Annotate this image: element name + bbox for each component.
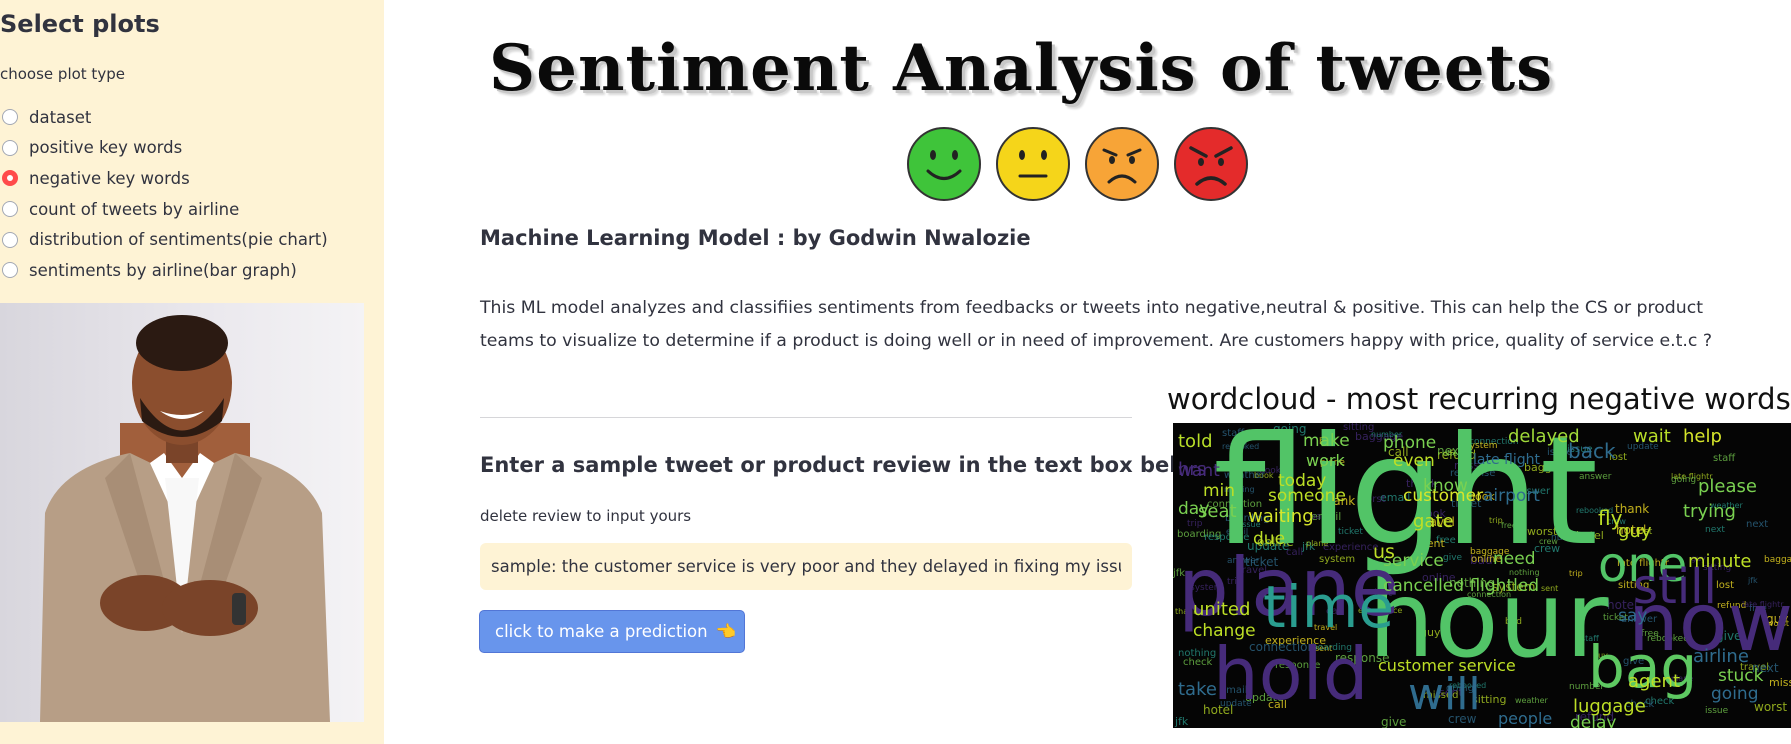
- radio-option-distribution-pie[interactable]: distribution of sentiments(pie chart): [0, 224, 328, 255]
- wordcloud-filler-word: give: [1381, 715, 1407, 728]
- radio-option-label: negative key words: [29, 168, 190, 188]
- predict-button-label: click to make a prediction: [495, 622, 708, 641]
- wordcloud-word: told: [1178, 431, 1213, 452]
- wordcloud-word: know: [1423, 476, 1468, 496]
- wordcloud-word: even: [1393, 451, 1435, 471]
- plot-type-label: choose plot type: [0, 65, 125, 83]
- wordcloud-word: need: [1493, 549, 1536, 569]
- radio-option-label: positive key words: [29, 138, 183, 158]
- tweet-input[interactable]: [480, 543, 1132, 590]
- frowning-face-icon: [1085, 127, 1159, 201]
- wordcloud-word: cancelled flightled: [1383, 576, 1540, 596]
- wordcloud-filler-word: baggage: [1764, 555, 1791, 565]
- predict-button[interactable]: click to make a prediction 👈: [479, 610, 745, 653]
- radio-option-dataset[interactable]: dataset: [0, 102, 328, 133]
- wordcloud-word: agent: [1628, 671, 1680, 692]
- wordcloud-word: work: [1306, 451, 1345, 470]
- wordcloud-word: stuck: [1718, 666, 1764, 686]
- wordcloud-word: minute: [1688, 551, 1752, 572]
- divider: [480, 417, 1132, 418]
- radio-circle[interactable]: [2, 231, 18, 248]
- wordcloud-word: gate: [1413, 511, 1454, 532]
- wordcloud-word: day: [1178, 499, 1210, 519]
- plot-type-radio-group: dataset positive key words negative key …: [0, 102, 328, 286]
- radio-option-positive-key-words[interactable]: positive key words: [0, 133, 328, 164]
- wordcloud-image: connection system email book issue travel noth…: [1173, 423, 1791, 728]
- input-note: delete review to input yours: [480, 507, 692, 525]
- author-heading: Machine Learning Model : by Godwin Nwalo…: [480, 226, 1031, 250]
- radio-option-count-by-airline[interactable]: count of tweets by airline: [0, 194, 328, 225]
- wordcloud-filler-word: jfk: [1175, 715, 1189, 728]
- wordcloud-word: people: [1498, 709, 1553, 728]
- wordcloud-word: take: [1178, 679, 1217, 700]
- wordcloud-word: min: [1203, 481, 1236, 501]
- wordcloud-word: make: [1303, 431, 1350, 451]
- wordcloud-filler-word: staff: [1713, 453, 1736, 464]
- wordcloud-word: going: [1711, 684, 1759, 704]
- wordcloud-word: airport: [1483, 486, 1540, 506]
- wordcloud-filler-word: next: [1705, 525, 1725, 535]
- author-photo-illustration: [40, 315, 330, 722]
- neutral-face-icon: [996, 127, 1070, 201]
- input-heading: Enter a sample tweet or product review i…: [480, 453, 1211, 477]
- radio-circle[interactable]: [2, 139, 18, 156]
- wordcloud-word: trying: [1683, 501, 1736, 522]
- wordcloud-filler-word: check: [1183, 657, 1213, 668]
- radio-circle[interactable]: [2, 201, 18, 218]
- radio-circle[interactable]: [2, 262, 18, 279]
- radio-option-negative-key-words[interactable]: negative key words: [0, 163, 328, 194]
- wordcloud-filler-word: next: [1746, 519, 1769, 530]
- pointing-hand-icon: 👈: [715, 621, 737, 641]
- wordcloud-word: us: [1373, 541, 1395, 563]
- author-photo: [0, 303, 364, 722]
- wordcloud-word: late flight: [1473, 452, 1540, 468]
- wordcloud-word: airline: [1693, 646, 1749, 667]
- wordcloud-filler-word: weather: [1515, 696, 1548, 705]
- wordcloud-word: due: [1253, 529, 1286, 549]
- wordcloud-word: say: [1618, 606, 1648, 626]
- sidebar-title: Select plots: [0, 10, 160, 38]
- wordcloud-word: hold: [1213, 632, 1369, 716]
- radio-option-label: dataset: [29, 107, 92, 127]
- wordcloud-word: back: [1568, 439, 1616, 463]
- wordcloud-word: change: [1193, 621, 1256, 641]
- wordcloud-word: someone: [1268, 486, 1346, 506]
- wordcloud-word: waiting: [1248, 506, 1314, 527]
- radio-option-label: count of tweets by airline: [29, 199, 240, 219]
- wordcloud-filler-word: missed: [1769, 676, 1791, 689]
- radio-option-sentiments-bar[interactable]: sentiments by airline(bar graph): [0, 255, 328, 286]
- wordcloud-word: time: [1263, 573, 1395, 641]
- radio-option-label: sentiments by airline(bar graph): [29, 260, 297, 280]
- wordcloud-word: delay: [1570, 713, 1617, 729]
- radio-option-label: distribution of sentiments(pie chart): [29, 230, 328, 250]
- wordcloud-word: want: [1178, 461, 1220, 481]
- title-banner: Sentiment Analysis of tweets: [489, 24, 1669, 114]
- page-title: Sentiment Analysis of tweets: [489, 31, 1554, 106]
- radio-circle[interactable]: [2, 109, 18, 126]
- wordcloud-title: wordcloud - most recurring negative word…: [1167, 382, 1791, 416]
- wordcloud-word: help: [1683, 426, 1722, 447]
- wordcloud-filler-word: issue: [1705, 706, 1729, 716]
- wordcloud-word: guy: [1618, 521, 1652, 542]
- wordcloud-filler-word: going: [1671, 475, 1697, 485]
- happy-face-icon: [907, 127, 981, 201]
- wordcloud-filler-word: worst: [1754, 700, 1788, 714]
- wordcloud-word: phone: [1383, 433, 1437, 453]
- model-description: This ML model analyzes and classifiies s…: [480, 298, 1713, 351]
- wordcloud-word: wait: [1633, 426, 1671, 447]
- sidebar: Select plots choose plot type dataset po…: [0, 0, 384, 744]
- wordcloud-word: united: [1193, 599, 1251, 620]
- angry-face-icon: [1174, 127, 1248, 201]
- wordcloud-word: customer service: [1378, 656, 1516, 675]
- radio-circle-selected[interactable]: [2, 170, 18, 187]
- emoji-row: [906, 126, 1249, 202]
- wordcloud-word: please: [1698, 476, 1757, 497]
- wordcloud-word: will: [1408, 669, 1481, 720]
